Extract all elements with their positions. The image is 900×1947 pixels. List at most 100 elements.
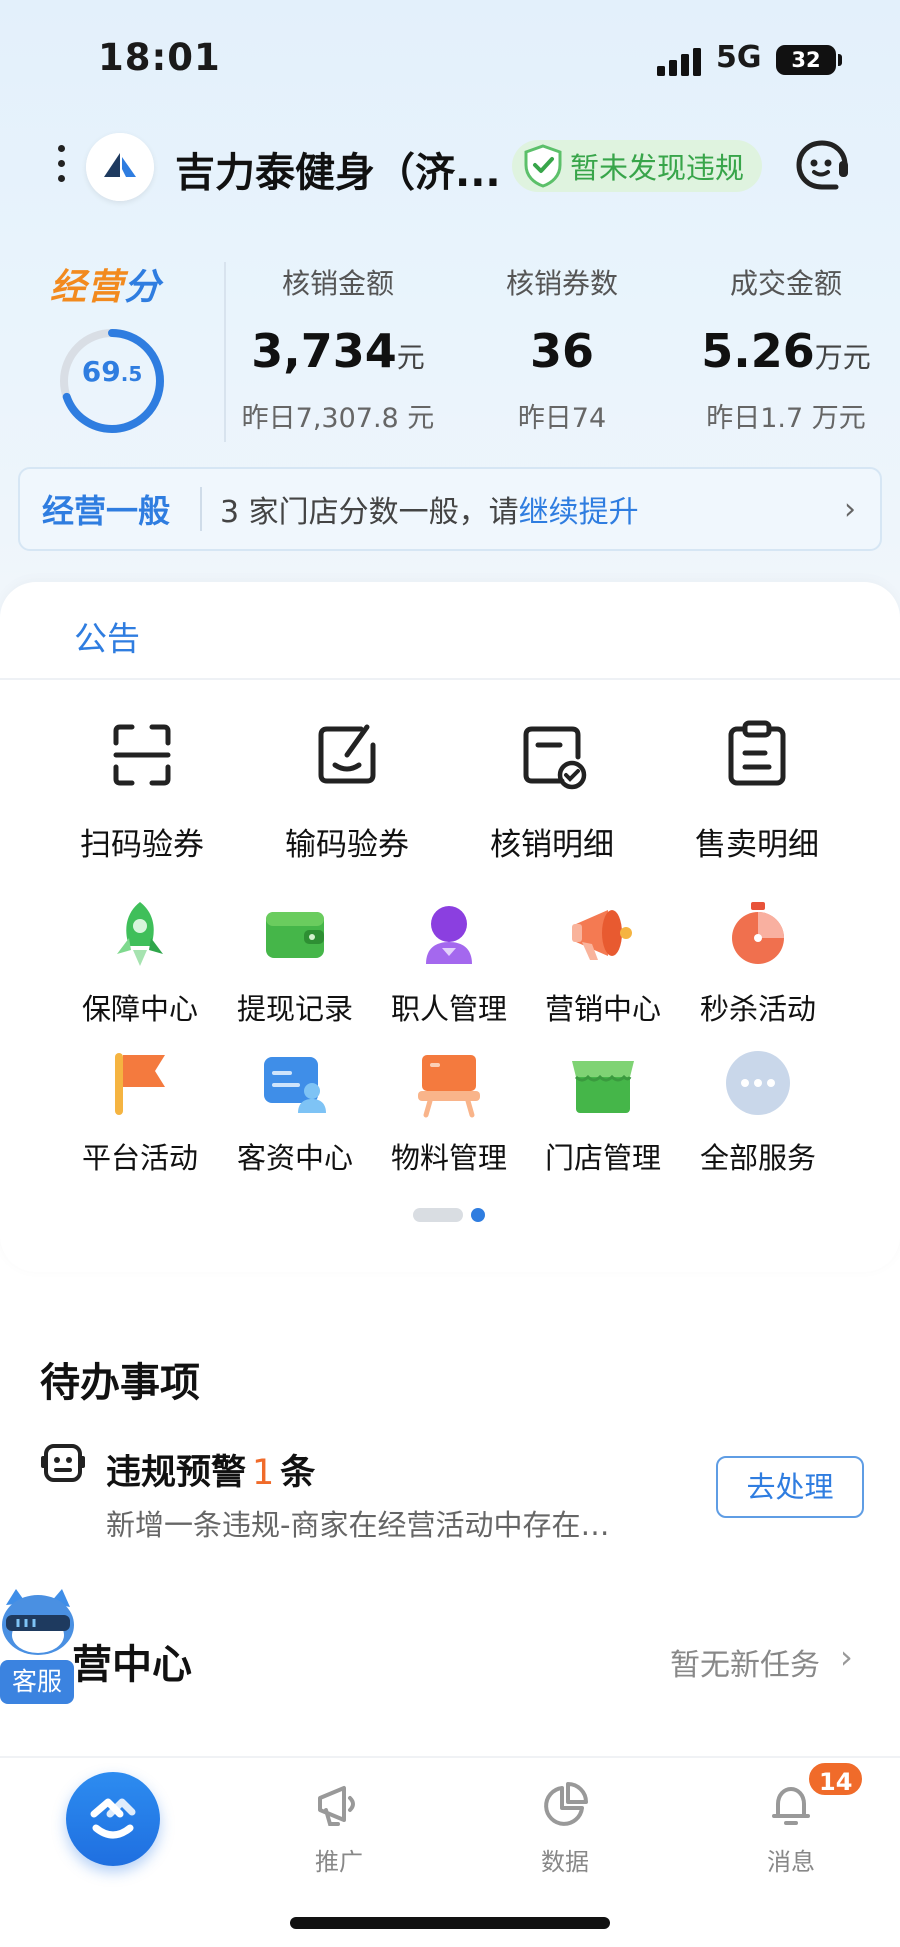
- easel-icon: [418, 1055, 480, 1118]
- tool-label: 扫码验券: [80, 827, 204, 863]
- score-title: 经营分: [50, 267, 162, 308]
- service-materials[interactable]: 物料管理: [374, 1047, 524, 1177]
- page-indicator-active[interactable]: [471, 1208, 485, 1222]
- chevron-right-icon[interactable]: ›: [840, 1638, 853, 1676]
- customer-service-icon[interactable]: [792, 137, 852, 197]
- service-label: 全部服务: [699, 1141, 816, 1175]
- store-logo[interactable]: [86, 133, 154, 201]
- customer-service-label[interactable]: 客服: [0, 1660, 74, 1704]
- stat-yesterday: 昨日74: [517, 403, 607, 434]
- stat-yesterday: 昨日1.7 万元: [706, 403, 866, 434]
- stopwatch-icon: [732, 902, 784, 964]
- service-withdraw[interactable]: 提现记录: [220, 898, 370, 1028]
- home-indicator: [290, 1917, 610, 1929]
- service-label: 客资中心: [236, 1141, 353, 1175]
- more-dots-icon: [726, 1051, 790, 1115]
- scan-icon: [113, 724, 171, 786]
- compliance-badge[interactable]: 暂未发现违规: [512, 140, 763, 192]
- store-name[interactable]: 吉力泰健身（济...: [175, 140, 501, 198]
- sales-detail-icon: [728, 720, 786, 786]
- stat-label: 成交金额: [729, 267, 842, 300]
- stat-label: 核销券数: [505, 267, 618, 300]
- tab-promote[interactable]: 推广: [279, 1780, 399, 1877]
- service-platform-activity[interactable]: 平台活动: [65, 1047, 215, 1177]
- tool-label: 核销明细: [490, 827, 614, 863]
- score-divider: [224, 262, 226, 442]
- promote-icon: [318, 1786, 355, 1826]
- stat-yesterday: 昨日7,307.8 元: [241, 403, 435, 434]
- banner-tag: 经营一般: [42, 492, 171, 530]
- home-logo-icon: [90, 1798, 136, 1839]
- stat-verify-count[interactable]: 核销券数 36 昨日74: [452, 262, 672, 435]
- banner-link[interactable]: 继续提升: [519, 495, 639, 530]
- service-label: 物料管理: [390, 1141, 507, 1175]
- service-all[interactable]: 全部服务: [683, 1047, 833, 1177]
- data-pie-icon: [544, 1782, 588, 1826]
- service-flash-sale[interactable]: 秒杀活动: [683, 898, 833, 1028]
- shield-check-icon: [524, 144, 562, 188]
- tool-sales-detail[interactable]: 售卖明细: [657, 715, 857, 864]
- tool-verify-detail[interactable]: 核销明细: [452, 715, 652, 864]
- banner-message: 3 家门店分数一般，请继续提升: [220, 495, 639, 530]
- tab-label: 消息: [767, 1848, 815, 1876]
- rocket-icon: [117, 902, 163, 966]
- stat-value: 5.26万元: [701, 324, 871, 378]
- service-store-manage[interactable]: 门店管理: [528, 1047, 678, 1177]
- service-marketing[interactable]: 营销中心: [528, 898, 678, 1028]
- tool-code-verify[interactable]: 输码验券: [247, 715, 447, 864]
- menu-dots-icon[interactable]: [54, 145, 68, 189]
- chevron-right-icon: ›: [844, 491, 856, 527]
- flag-icon: [115, 1053, 165, 1115]
- handle-button[interactable]: 去处理: [716, 1456, 864, 1518]
- service-label: 秒杀活动: [699, 992, 816, 1026]
- service-label: 平台活动: [81, 1141, 198, 1175]
- score-value: 69.5: [81, 355, 143, 388]
- status-bar: 18:01 5G 32: [0, 0, 900, 120]
- service-staff[interactable]: 职人管理: [374, 898, 524, 1028]
- business-status-banner[interactable]: 经营一般 3 家门店分数一般，请继续提升 ›: [18, 467, 882, 551]
- todo-item-title[interactable]: 违规预警 1 条: [106, 1444, 315, 1495]
- store-icon: [572, 1061, 634, 1113]
- tool-label: 售卖明细: [695, 827, 819, 863]
- edit-code-icon: [318, 724, 376, 784]
- message-count-badge: 14: [806, 1760, 866, 1798]
- service-label: 门店管理: [544, 1141, 661, 1175]
- todo-item-desc[interactable]: 新增一条违规-商家在经营活动中存在…: [106, 1502, 609, 1544]
- page-indicator-inactive[interactable]: [413, 1208, 463, 1222]
- tab-notice[interactable]: 公告: [74, 612, 140, 660]
- task-center-title: 营中心: [72, 1642, 192, 1688]
- battery-icon: 32: [776, 45, 836, 75]
- stat-label: 核销金额: [281, 267, 394, 300]
- task-center-status[interactable]: 暂无新任务: [670, 1640, 820, 1684]
- todo-section-title: 待办事项: [40, 1360, 200, 1406]
- stat-deal-amount[interactable]: 成交金额 5.26万元 昨日1.7 万元: [676, 262, 896, 435]
- service-label: 提现记录: [236, 992, 353, 1026]
- person-icon: [426, 906, 472, 964]
- tab-data[interactable]: 数据: [505, 1780, 625, 1877]
- service-label: 职人管理: [390, 992, 507, 1026]
- megaphone-icon: [572, 910, 632, 960]
- stat-value: 3,734元: [251, 324, 425, 378]
- wallet-icon: [266, 912, 324, 958]
- stat-value: 36: [529, 324, 594, 378]
- tab-label: 数据: [541, 1848, 589, 1876]
- signal-icon: [657, 48, 701, 76]
- robot-alert-icon: [41, 1444, 85, 1482]
- network-type: 5G: [716, 40, 762, 75]
- service-guarantee[interactable]: 保障中心: [65, 898, 215, 1028]
- contact-card-icon: [264, 1057, 326, 1113]
- tab-label: 推广: [315, 1848, 363, 1876]
- card-divider: [0, 678, 900, 680]
- tool-label: 输码验券: [285, 827, 409, 863]
- verify-detail-icon: [523, 726, 587, 790]
- compliance-text: 暂未发现违规: [570, 151, 745, 185]
- service-label: 保障中心: [81, 992, 198, 1026]
- stat-verify-amount[interactable]: 核销金额 3,734元 昨日7,307.8 元: [228, 262, 448, 435]
- banner-divider: [200, 487, 202, 531]
- service-label: 营销中心: [544, 992, 661, 1026]
- service-customer-leads[interactable]: 客资中心: [220, 1047, 370, 1177]
- tab-home[interactable]: [66, 1772, 160, 1866]
- battery-tip: [838, 54, 842, 66]
- status-time: 18:01: [98, 36, 221, 79]
- tool-scan-verify[interactable]: 扫码验券: [42, 715, 242, 864]
